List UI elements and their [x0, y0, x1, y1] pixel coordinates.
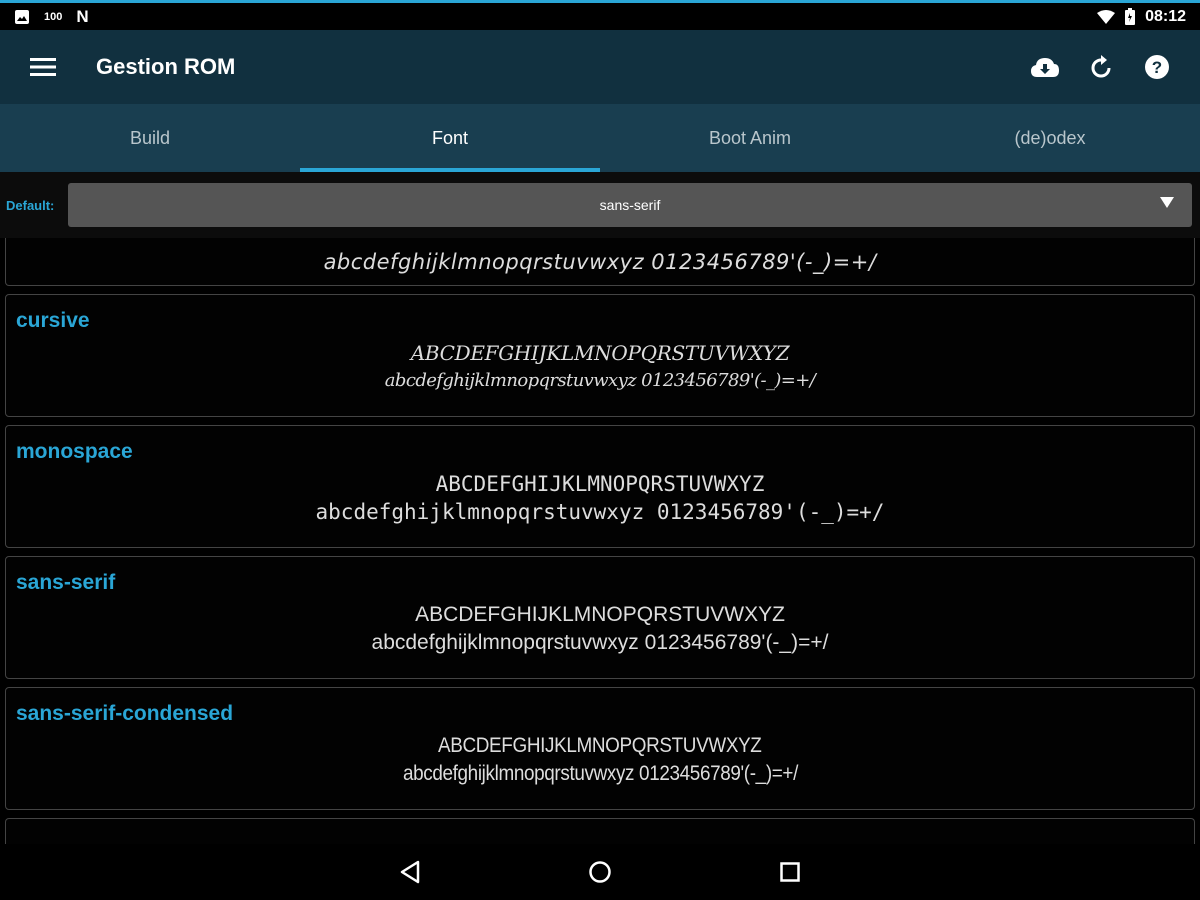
help-icon[interactable]: ?	[1142, 52, 1172, 82]
font-card-monospace[interactable]: monospace ABCDEFGHIJKLMNOPQRSTUVWXYZ abc…	[5, 425, 1195, 548]
default-font-select[interactable]: sans-serif	[68, 183, 1192, 227]
font-sample-lower: abcdefghijklmnopqrstuvwxyz 0123456789'(-…	[323, 249, 877, 274]
font-name: cursive	[16, 309, 90, 332]
recents-icon[interactable]	[770, 852, 810, 892]
font-card-cursive[interactable]: cursive ABCDEFGHIJKLMNOPQRSTUVWXYZ abcde…	[5, 294, 1195, 417]
app-title: Gestion ROM	[96, 54, 236, 79]
tab-deodex[interactable]: (de)odex	[900, 104, 1200, 172]
image-icon	[14, 9, 30, 25]
font-sample-lower: abcdefghijklmnopqrstuvwxyz 0123456789'(-…	[384, 370, 816, 391]
font-name: sans-serif-condensed	[16, 702, 234, 725]
font-name: sans-serif	[16, 571, 116, 594]
default-label: Default:	[6, 197, 55, 213]
font-sample-upper: ABCDEFGHIJKLMNOPQRSTUVWXYZ	[438, 734, 762, 757]
app-bar: Gestion ROM ?	[0, 30, 1200, 104]
svg-text:?: ?	[1152, 58, 1162, 77]
back-icon[interactable]	[390, 852, 430, 892]
menu-icon[interactable]	[28, 52, 58, 82]
signal-text-icon: 100	[44, 10, 63, 23]
font-sample-upper: ABCDEFGHIJKLMNOPQRSTUVWXYZ	[410, 341, 790, 365]
tab-build[interactable]: Build	[0, 104, 300, 172]
cloud-download-icon[interactable]	[1030, 52, 1060, 82]
tab-bar: Build Font Boot Anim (de)odex	[0, 104, 1200, 172]
font-sample-upper: ABCDEFGHIJKLMNOPQRSTUVWXYZ	[435, 472, 765, 496]
font-list[interactable]: abcdefghijklmnopqrstuvwxyz 0123456789'(-…	[0, 238, 1200, 844]
home-icon[interactable]	[580, 852, 620, 892]
font-sample-lower: abcdefghijklmnopqrstuvwxyz 0123456789'(-…	[371, 631, 829, 654]
refresh-icon[interactable]	[1086, 52, 1116, 82]
clock: 08:12	[1145, 7, 1186, 25]
font-name: monospace	[16, 440, 133, 463]
font-card[interactable]: abcdefghijklmnopqrstuvwxyz 0123456789'(-…	[5, 238, 1195, 286]
font-sample-lower: abcdefghijklmnopqrstuvwxyz 0123456789'(-…	[315, 500, 885, 524]
dropdown-arrow-icon	[1160, 196, 1174, 212]
font-card[interactable]	[5, 818, 1195, 844]
font-card-sans-serif[interactable]: sans-serif ABCDEFGHIJKLMNOPQRSTUVWXYZ ab…	[5, 556, 1195, 679]
font-card-sans-serif-condensed[interactable]: sans-serif-condensed ABCDEFGHIJKLMNOPQRS…	[5, 687, 1195, 810]
default-font-bar: Default: sans-serif	[0, 172, 1200, 238]
default-font-value: sans-serif	[599, 197, 661, 213]
nav-bar	[0, 844, 1200, 900]
font-sample-lower: abcdefghijklmnopqrstuvwxyz 0123456789'(-…	[402, 762, 798, 785]
n-icon: N	[76, 6, 89, 26]
font-sample-upper: ABCDEFGHIJKLMNOPQRSTUVWXYZ	[415, 603, 785, 626]
battery-icon	[1125, 8, 1136, 25]
status-bar: 100 N 08:12	[0, 0, 1200, 30]
tab-boot-anim[interactable]: Boot Anim	[600, 104, 900, 172]
wifi-icon	[1097, 9, 1116, 24]
tab-font[interactable]: Font	[300, 104, 600, 172]
